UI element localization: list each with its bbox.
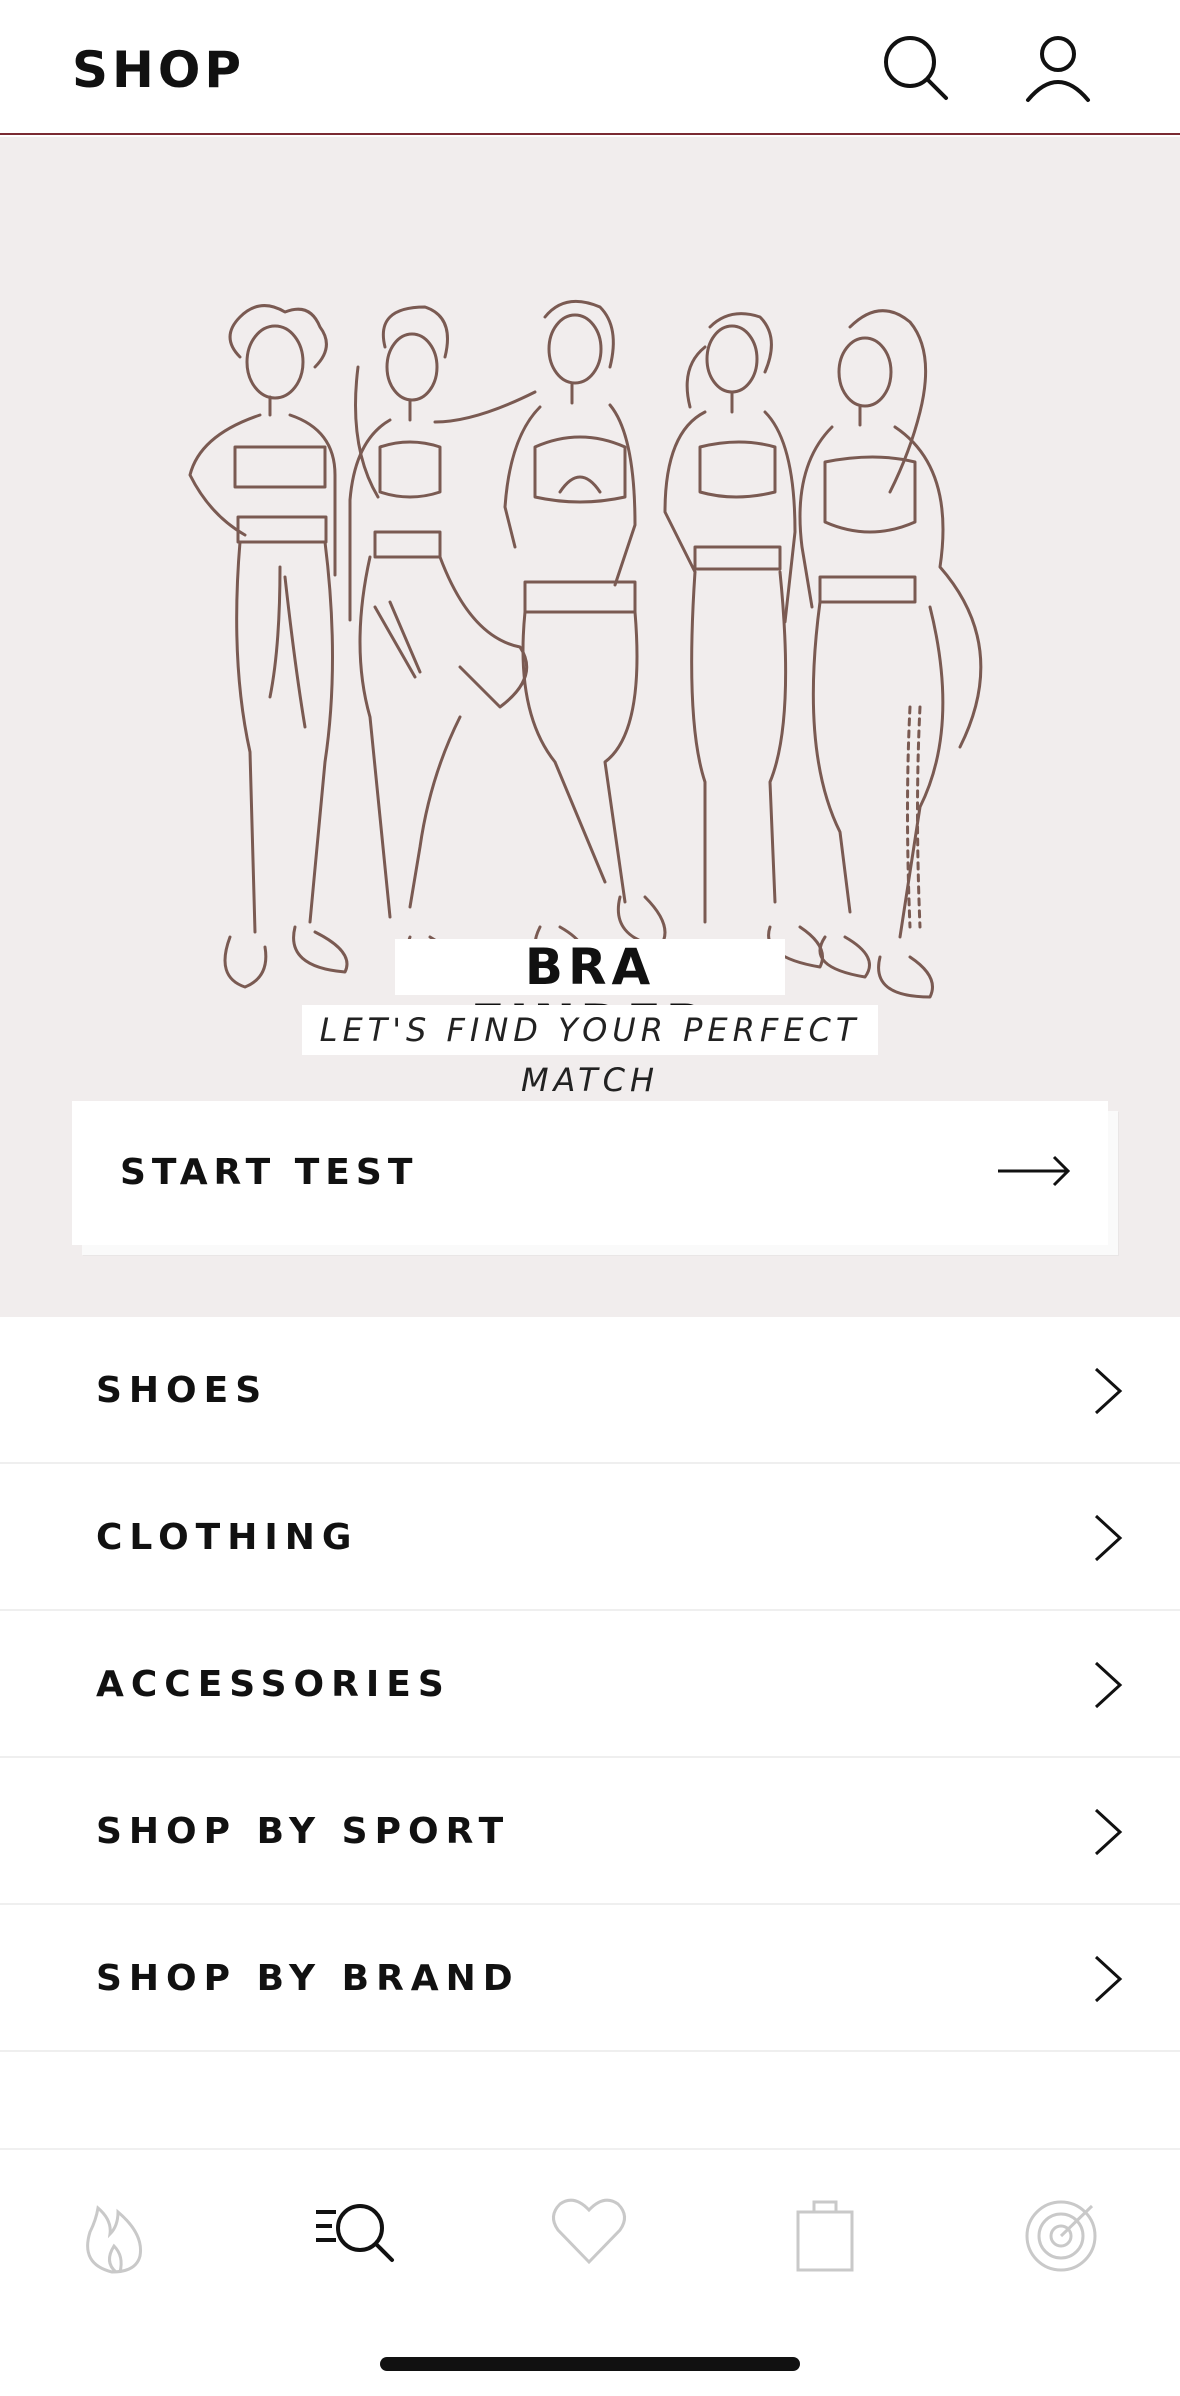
start-test-label: START TEST <box>120 1152 419 1193</box>
app-header: SHOP <box>0 0 1180 135</box>
arrow-right-icon <box>998 1155 1071 1187</box>
radar-icon[interactable] <box>1016 2188 1106 2278</box>
start-test-button[interactable]: START TEST <box>72 1101 1108 1245</box>
hero-title: BRA FINDER <box>395 939 785 1051</box>
chevron-right-icon <box>1094 1955 1123 2003</box>
chevron-right-icon <box>1094 1514 1123 1562</box>
search-list-icon[interactable] <box>310 2188 400 2278</box>
flame-icon[interactable] <box>72 2188 162 2278</box>
hero-subtitle: LET'S FIND YOUR PERFECT MATCH <box>302 1005 878 1099</box>
category-label: SHOP BY BRAND <box>96 1958 520 1999</box>
category-label: ACCESSORIES <box>96 1664 451 1705</box>
user-icon[interactable] <box>1020 30 1096 106</box>
category-label: SHOES <box>96 1370 269 1411</box>
category-clothing[interactable]: CLOTHING <box>0 1464 1180 1611</box>
chevron-right-icon <box>1094 1808 1123 1856</box>
chevron-right-icon <box>1094 1661 1123 1709</box>
category-label: SHOP BY SPORT <box>96 1811 511 1852</box>
home-indicator <box>380 2357 800 2371</box>
category-accessories[interactable]: ACCESSORIES <box>0 1611 1180 1758</box>
search-icon[interactable] <box>878 30 954 106</box>
bra-finder-banner[interactable]: BRA FINDER LET'S FIND YOUR PERFECT MATCH… <box>0 137 1180 1317</box>
page-title: SHOP <box>72 41 246 99</box>
heart-icon[interactable] <box>544 2188 634 2278</box>
chevron-right-icon <box>1094 1367 1123 1415</box>
category-list: SHOES CLOTHING ACCESSORIES SHOP BY SPORT… <box>0 1317 1180 2052</box>
shopping-bag-icon[interactable] <box>780 2188 870 2278</box>
category-shoes[interactable]: SHOES <box>0 1317 1180 1464</box>
category-shop-by-sport[interactable]: SHOP BY SPORT <box>0 1758 1180 1905</box>
category-shop-by-brand[interactable]: SHOP BY BRAND <box>0 1905 1180 2052</box>
category-label: CLOTHING <box>96 1517 359 1558</box>
